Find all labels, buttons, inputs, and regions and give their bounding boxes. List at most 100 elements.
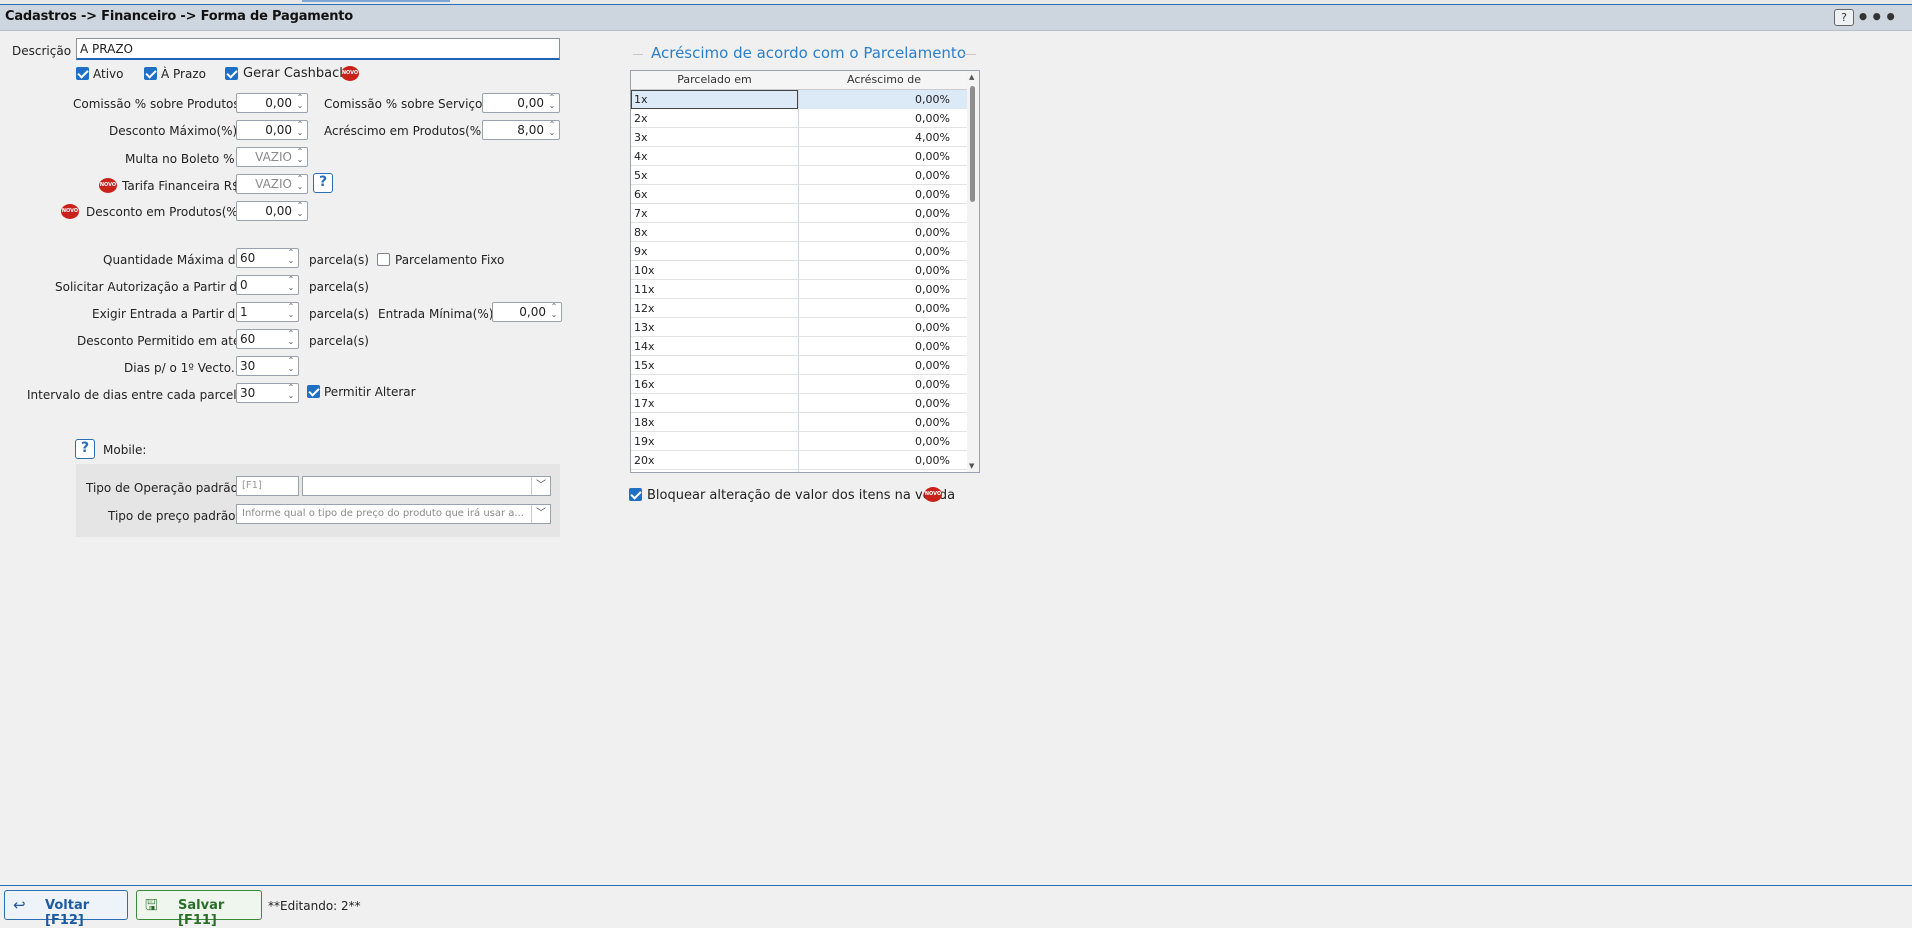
table-row[interactable]: 12x 0,00%	[631, 299, 969, 318]
selected-cell[interactable]	[631, 90, 798, 109]
acrescimo-cell[interactable]: 0,00%	[915, 302, 950, 315]
table-row[interactable]: 14x 0,00%	[631, 337, 969, 356]
descricao-input[interactable]: A PRAZO	[76, 38, 560, 60]
spinner-icon[interactable]: ⌃ ⌄	[547, 121, 557, 139]
mobile-help-icon[interactable]: ?	[75, 439, 95, 459]
table-row[interactable]: 20x 0,00%	[631, 451, 969, 470]
acrescimo-cell[interactable]: 0,00%	[915, 397, 950, 410]
acrescimo-cell[interactable]: 0,00%	[915, 150, 950, 163]
acrescimo-cell[interactable]: 0,00%	[915, 264, 950, 277]
acrescimo-cell[interactable]: 0,00%	[915, 321, 950, 334]
chevron-down-icon[interactable]: ﹀	[531, 505, 550, 523]
parcelado-cell[interactable]: 19x	[634, 435, 655, 448]
acrescimo-cell[interactable]: 0,00%	[915, 226, 950, 239]
spinner-icon[interactable]: ⌃ ⌄	[295, 175, 305, 193]
acrescimo-cell[interactable]: 0,00%	[915, 245, 950, 258]
parcelado-cell[interactable]: 18x	[634, 416, 655, 429]
acrescimo-produtos-input[interactable]: 8,00 ⌃ ⌄	[482, 120, 560, 140]
scrollbar-thumb[interactable]	[970, 86, 975, 202]
table-row[interactable]: 3x 4,00%	[631, 128, 969, 147]
acrescimo-cell[interactable]: 0,00%	[915, 378, 950, 391]
dias-primeiro-vecto-input[interactable]: 30 ⌃ ⌄	[236, 356, 299, 376]
spinner-icon[interactable]: ⌃ ⌄	[286, 357, 296, 375]
bloquear-alteracao-checkbox[interactable]	[629, 488, 642, 501]
quantidade-maxima-input[interactable]: 60 ⌃ ⌄	[236, 248, 299, 268]
spinner-icon[interactable]: ⌃ ⌄	[295, 94, 305, 112]
comissao-produtos-input[interactable]: 0,00 ⌃ ⌄	[236, 93, 308, 113]
parcelado-cell[interactable]: 6x	[634, 188, 648, 201]
parcelado-cell[interactable]: 1x	[634, 93, 648, 106]
acrescimo-cell[interactable]: 0,00%	[915, 359, 950, 372]
scroll-down-icon[interactable]: ▼	[969, 462, 974, 470]
ativo-checkbox[interactable]	[76, 67, 89, 80]
spinner-icon[interactable]: ⌃ ⌄	[286, 303, 296, 321]
acrescimo-cell[interactable]: 0,00%	[915, 283, 950, 296]
acrescimo-cell[interactable]: 0,00%	[915, 416, 950, 429]
spinner-icon[interactable]: ⌃ ⌄	[286, 276, 296, 294]
parcelado-cell[interactable]: 2x	[634, 112, 648, 125]
spinner-icon[interactable]: ⌃ ⌄	[286, 384, 296, 402]
spinner-icon[interactable]: ⌃ ⌄	[295, 148, 305, 166]
table-row[interactable]: 17x 0,00%	[631, 394, 969, 413]
gerar-cashback-checkbox[interactable]	[225, 67, 238, 80]
desconto-produtos-input[interactable]: 0,00 ⌃ ⌄	[236, 201, 308, 221]
table-row[interactable]: 9x 0,00%	[631, 242, 969, 261]
scroll-up-icon[interactable]: ▲	[969, 73, 974, 81]
salvar-button[interactable]: 🖫 Salvar [F11]	[136, 890, 262, 928]
table-row[interactable]: 15x 0,00%	[631, 356, 969, 375]
multa-boleto-input[interactable]: VAZIO ⌃ ⌄	[236, 147, 308, 167]
table-row[interactable]: 7x 0,00%	[631, 204, 969, 223]
acrescimo-cell[interactable]: 0,00%	[915, 435, 950, 448]
table-row[interactable]: 4x 0,00%	[631, 147, 969, 166]
spinner-icon[interactable]: ⌃ ⌄	[286, 330, 296, 348]
table-row[interactable]: 6x 0,00%	[631, 185, 969, 204]
acrescimo-cell[interactable]: 0,00%	[915, 112, 950, 125]
parcelado-cell[interactable]: 14x	[634, 340, 655, 353]
parcelado-cell[interactable]: 20x	[634, 454, 655, 467]
spinner-icon[interactable]: ⌃ ⌄	[286, 249, 296, 267]
table-row[interactable]: 10x 0,00%	[631, 261, 969, 280]
acrescimo-cell[interactable]: 0,00%	[915, 207, 950, 220]
column-header-parcelado[interactable]: Parcelado em	[631, 73, 798, 86]
parcelado-cell[interactable]: 10x	[634, 264, 655, 277]
spinner-icon[interactable]: ⌃ ⌄	[295, 121, 305, 139]
exigir-entrada-input[interactable]: 1 ⌃ ⌄	[236, 302, 299, 322]
table-row[interactable]: 16x 0,00%	[631, 375, 969, 394]
parcelado-cell[interactable]: 8x	[634, 226, 648, 239]
tipo-operacao-select[interactable]: ﹀	[302, 476, 551, 496]
tipo-operacao-code-input[interactable]: [F1]	[236, 476, 299, 496]
comissao-servicos-input[interactable]: 0,00 ⌃ ⌄	[482, 93, 560, 113]
column-header-acrescimo[interactable]: Acréscimo de	[799, 73, 969, 86]
parcelado-cell[interactable]: 9x	[634, 245, 648, 258]
permitir-alterar-checkbox[interactable]	[307, 385, 320, 398]
parcelado-cell[interactable]: 13x	[634, 321, 655, 334]
table-row[interactable]: 11x 0,00%	[631, 280, 969, 299]
tarifa-help-icon[interactable]: ?	[313, 173, 333, 193]
acrescimo-cell[interactable]: 0,00%	[915, 340, 950, 353]
desconto-permitido-input[interactable]: 60 ⌃ ⌄	[236, 329, 299, 349]
parcelado-cell[interactable]: 3x	[634, 131, 648, 144]
acrescimo-grid[interactable]: Parcelado em Acréscimo de 1x 0,00% 2x 0,00%…	[630, 70, 980, 473]
acrescimo-cell[interactable]: 0,00%	[915, 93, 950, 106]
parcelado-cell[interactable]: 15x	[634, 359, 655, 372]
table-row[interactable]: 8x 0,00%	[631, 223, 969, 242]
acrescimo-cell[interactable]: 0,00%	[915, 454, 950, 467]
parcelado-cell[interactable]: 4x	[634, 150, 648, 163]
table-row[interactable]: 18x 0,00%	[631, 413, 969, 432]
parcelado-cell[interactable]: 11x	[634, 283, 655, 296]
grid-scrollbar[interactable]: ▲ ▼	[967, 71, 979, 472]
table-row[interactable]: 2x 0,00%	[631, 109, 969, 128]
acrescimo-cell[interactable]: 4,00%	[915, 131, 950, 144]
parcelado-cell[interactable]: 12x	[634, 302, 655, 315]
table-row[interactable]: 19x 0,00%	[631, 432, 969, 451]
help-icon[interactable]: ?	[1834, 9, 1854, 26]
more-options-icon[interactable]: •••	[1857, 5, 1898, 29]
parcelado-cell[interactable]: 5x	[634, 169, 648, 182]
tipo-preco-select[interactable]: Informe qual o tipo de preço do produto …	[236, 504, 551, 524]
table-row[interactable]: 5x 0,00%	[631, 166, 969, 185]
a-prazo-checkbox[interactable]	[144, 67, 157, 80]
table-row[interactable]: 13x 0,00%	[631, 318, 969, 337]
spinner-icon[interactable]: ⌃ ⌄	[547, 94, 557, 112]
parcelado-cell[interactable]: 16x	[634, 378, 655, 391]
intervalo-dias-input[interactable]: 30 ⌃ ⌄	[236, 383, 299, 403]
